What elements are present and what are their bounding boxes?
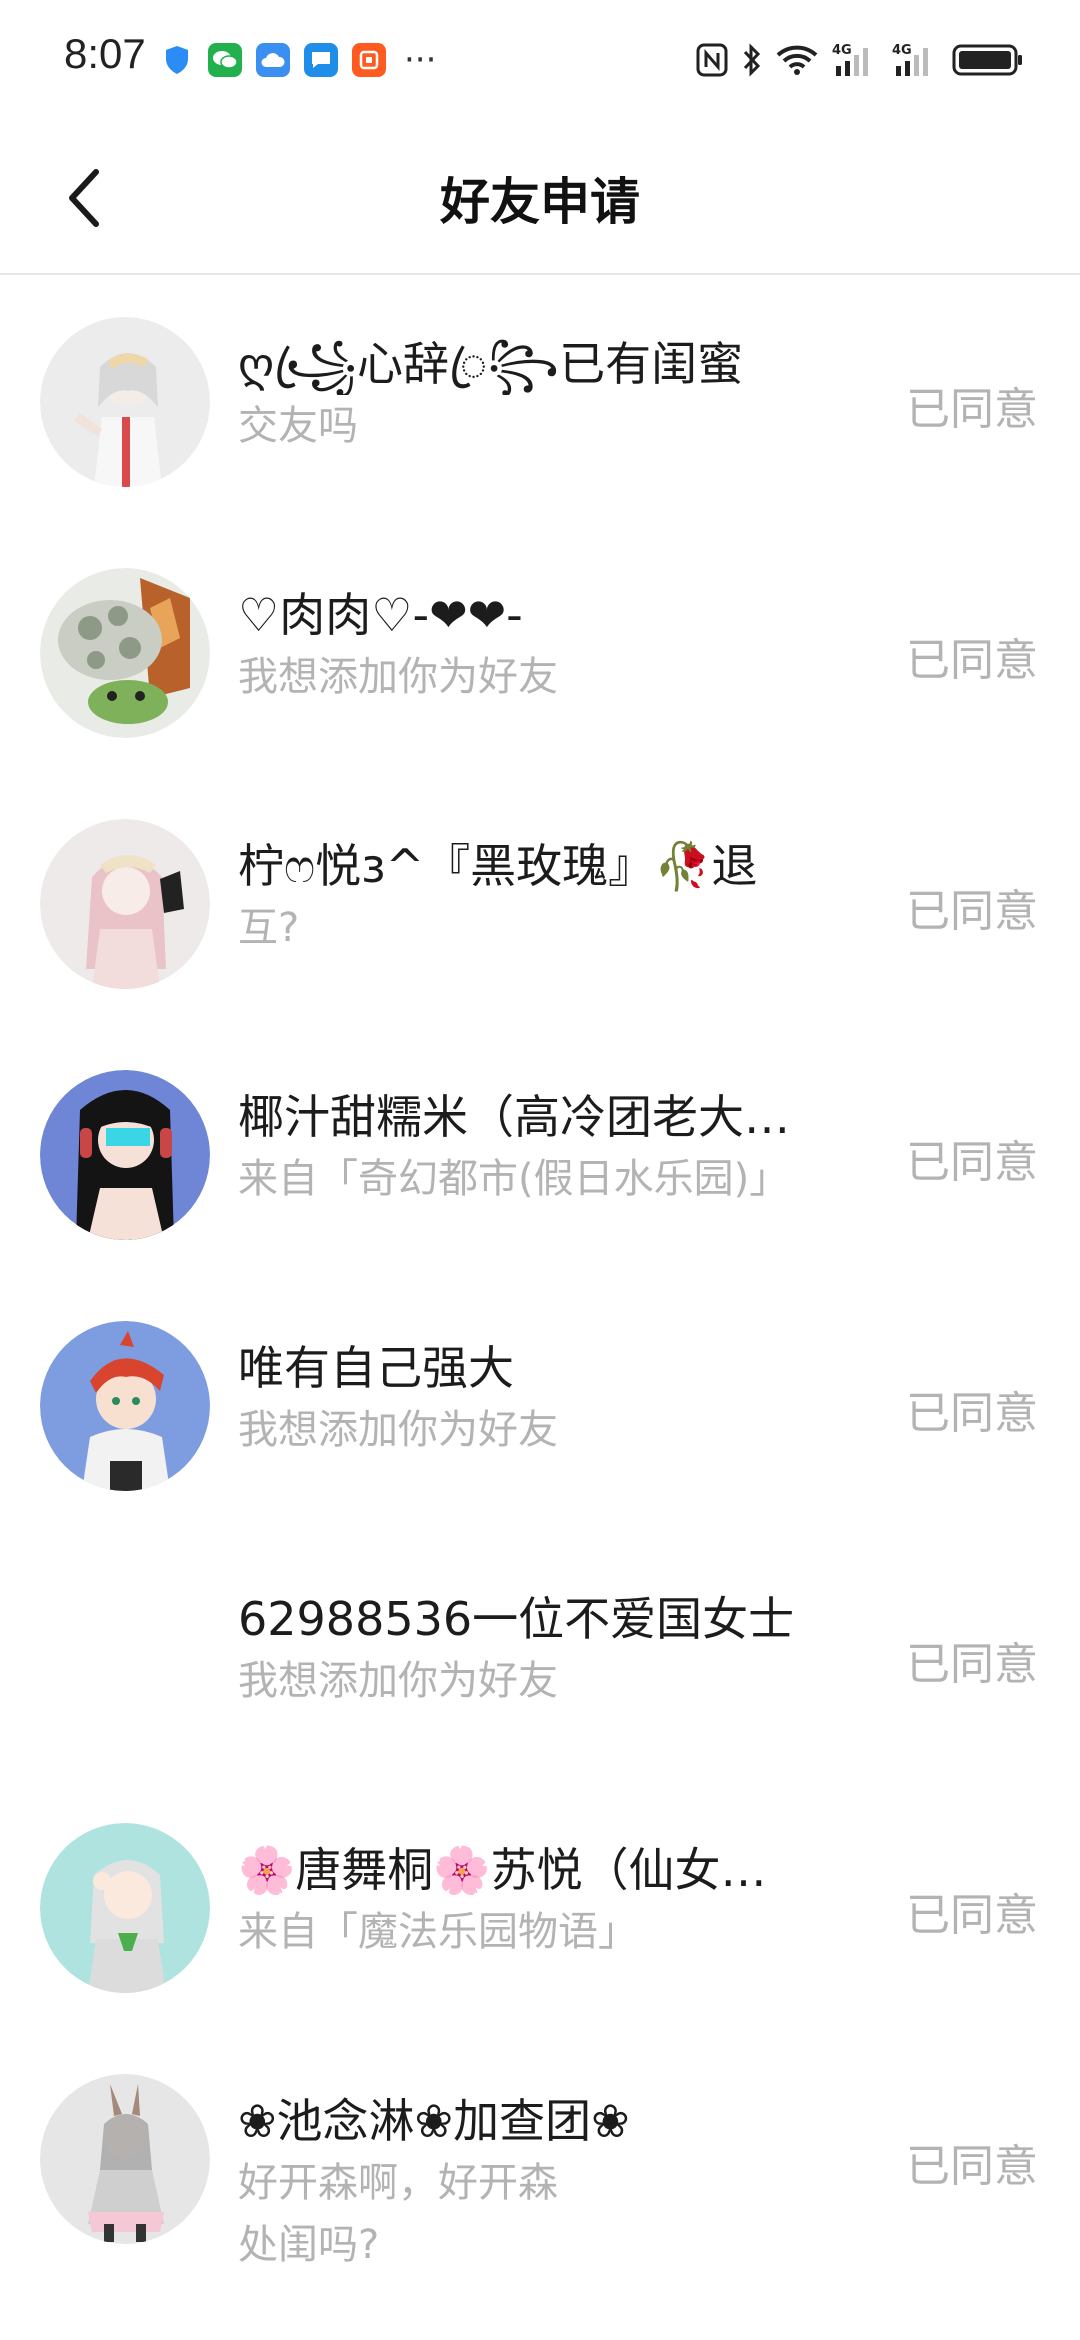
nav-bar: 好友申请: [0, 120, 1080, 275]
friend-request-row[interactable]: 唯有自己强大 我想添加你为好友 已同意: [0, 1281, 1080, 1532]
avatar[interactable]: [40, 2074, 210, 2244]
friend-request-row[interactable]: ღ꧁ꦿ心辞ꦿ꧂已有闺蜜 交友吗 已同意: [0, 277, 1080, 528]
requester-name: 唯有自己强大: [238, 1341, 514, 1395]
requester-name: 椰汁甜糯米（高冷团老大…: [238, 1090, 790, 1144]
friend-request-list: ღ꧁ꦿ心辞ꦿ꧂已有闺蜜 交友吗 已同意 ♡肉肉♡-❤❤- 我想添加你为好友 已同…: [0, 277, 1080, 2334]
more-notifications-icon: ···: [404, 40, 437, 80]
friend-request-row[interactable]: 柠ෆ悦ɜ^『黑玫瑰』🥀退 互? 已同意: [0, 779, 1080, 1030]
friend-request-row[interactable]: 椰汁甜糯米（高冷团老大… 来自「奇幻都市(假日水乐园)」 已同意: [0, 1030, 1080, 1281]
request-message: 互?: [238, 905, 300, 951]
message-icon: [304, 43, 338, 77]
signal-4g-icon: 4G: [832, 40, 878, 80]
signal-4g-icon: 4G: [892, 40, 938, 80]
nfc-icon: [696, 40, 728, 80]
wechat-icon: [208, 43, 242, 77]
avatar[interactable]: [40, 1823, 210, 1993]
signal-label: 4G: [832, 43, 852, 58]
avatar[interactable]: [40, 568, 210, 738]
status-label: 已同意: [906, 1890, 1038, 1941]
signal-label: 4G: [892, 43, 912, 58]
status-label: 已同意: [906, 635, 1038, 686]
status-label: 已同意: [906, 384, 1038, 435]
requester-name: ❀池念淋❀加查团❀: [238, 2094, 630, 2148]
notification-icons: ···: [160, 40, 436, 80]
status-label: 已同意: [906, 886, 1038, 937]
request-message: 来自「魔法乐园物语」: [238, 1909, 638, 1955]
request-message: 我想添加你为好友: [238, 1407, 558, 1453]
request-message: 我想添加你为好友: [238, 1658, 558, 1704]
status-label: 已同意: [906, 1639, 1038, 1690]
friend-request-row[interactable]: ♡肉肉♡-❤❤- 我想添加你为好友 已同意: [0, 528, 1080, 779]
wifi-icon: [776, 40, 818, 80]
request-message: 我想添加你为好友: [238, 654, 558, 700]
request-message: 来自「奇幻都市(假日水乐园)」: [238, 1156, 790, 1202]
system-icons: 4G 4G: [696, 38, 1024, 82]
request-message: 好开森啊，好开森: [238, 2160, 558, 2206]
avatar[interactable]: [40, 1572, 210, 1742]
status-label: 已同意: [906, 2141, 1038, 2192]
status-label: 已同意: [906, 1388, 1038, 1439]
battery-icon: [952, 40, 1024, 80]
request-message: 交友吗: [238, 403, 358, 449]
requester-name: ♡肉肉♡-❤❤-: [238, 588, 523, 642]
requester-name: 62988536一位不爱国女士: [238, 1592, 795, 1646]
requester-name: 柠ෆ悦ɜ^『黑玫瑰』🥀退: [238, 839, 758, 893]
shield-icon: [160, 43, 194, 77]
status-label: 已同意: [906, 1137, 1038, 1188]
avatar[interactable]: [40, 819, 210, 989]
requester-name: ღ꧁ꦿ心辞ꦿ꧂已有闺蜜: [238, 337, 744, 391]
request-message-line2: 处闺吗?: [238, 2222, 380, 2268]
avatar[interactable]: [40, 1321, 210, 1491]
page-title: 好友申请: [440, 172, 640, 231]
avatar[interactable]: [40, 1070, 210, 1240]
avatar[interactable]: [40, 317, 210, 487]
friend-request-row[interactable]: 62988536一位不爱国女士 我想添加你为好友 已同意: [0, 1532, 1080, 1783]
requester-name: 🌸唐舞桐🌸苏悦（仙女…: [238, 1843, 767, 1897]
friend-request-row[interactable]: ❀池念淋❀加查团❀ 好开森啊，好开森 处闺吗? 已同意: [0, 2034, 1080, 2334]
cloud-icon: [256, 43, 290, 77]
status-time: 8:07: [64, 30, 146, 77]
bluetooth-icon: [742, 40, 762, 80]
friend-request-row[interactable]: 🌸唐舞桐🌸苏悦（仙女… 来自「魔法乐园物语」 已同意: [0, 1783, 1080, 2034]
status-bar: 8:07 ··· 4G 4G: [0, 0, 1080, 120]
taobao-icon: [352, 43, 386, 77]
